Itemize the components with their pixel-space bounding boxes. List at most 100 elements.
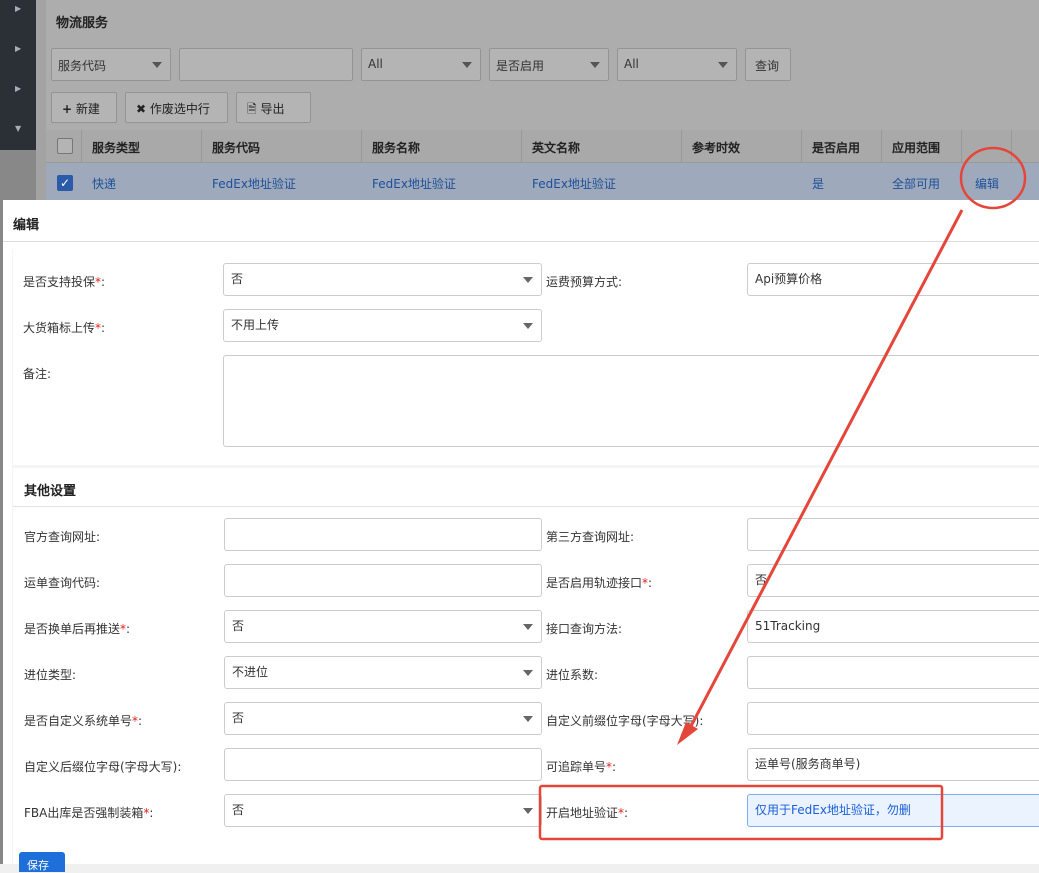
caret-down-icon [462, 62, 472, 68]
close-icon: ✖ [136, 102, 147, 116]
cell-type: 快递 [92, 177, 117, 191]
third-party-url-input[interactable] [747, 518, 1039, 551]
api-query-method-select[interactable]: 51Tracking [747, 610, 1039, 643]
field-value: 不进位 [232, 665, 269, 679]
void-button-label: 作废选中行 [149, 102, 210, 116]
export-file-icon: 🗎 [247, 102, 257, 116]
search-button-label: 查询 [755, 59, 780, 73]
column-header: 英文名称 [532, 141, 581, 155]
insurance-select[interactable]: 否 [223, 263, 542, 296]
column-header: 参考时效 [692, 141, 741, 155]
insurance-label: 是否支持投保*: [23, 275, 106, 289]
caret-down-icon [523, 624, 533, 630]
edit-modal: 编辑 是否支持投保*: 否 运费预算方式: Api预算价格 大货箱标上传*: 不… [3, 200, 1039, 872]
export-button[interactable]: 🗎 导出 [236, 92, 311, 123]
freight-budget-select[interactable]: Api预算价格 [747, 263, 1039, 296]
field-value: 否 [232, 803, 245, 817]
filter-type-select[interactable]: All [361, 48, 481, 81]
custom-prefix-label: 自定义前缀位字母(字母大写): [546, 714, 704, 728]
nav-expand-icon[interactable]: ▶ [15, 4, 21, 13]
new-button[interactable]: + 新建 [51, 92, 117, 123]
filter-value: 是否启用 [496, 59, 545, 73]
fba-force-boxing-label: FBA出库是否强制装箱*: [24, 806, 154, 820]
freight-budget-label: 运费预算方式: [546, 275, 623, 289]
column-header: 服务类型 [92, 141, 141, 155]
field-value: 否 [232, 619, 245, 633]
caret-down-icon [718, 62, 728, 68]
trackable-no-label: 可追踪单号*: [546, 760, 617, 774]
cell-enabled: 是 [812, 177, 825, 191]
filter-value: 服务代码 [58, 59, 107, 73]
filter-value: All [368, 57, 383, 71]
custom-prefix-input[interactable] [747, 702, 1039, 735]
void-selected-button[interactable]: ✖ 作废选中行 [125, 92, 228, 123]
nav-expand-icon[interactable]: ▶ [15, 44, 21, 53]
address-verify-field[interactable]: 仅用于FedEx地址验证，勿删 [747, 794, 1039, 827]
table-row[interactable]: ✓ 快递 FedEx地址验证 FedEx地址验证 FedEx地址验证 是 全部可… [46, 163, 1039, 200]
carry-factor-input[interactable] [747, 656, 1039, 689]
filter-enabled-select[interactable]: All [617, 48, 737, 81]
search-button[interactable]: 查询 [745, 48, 791, 81]
side-nav: ▶ ▶ ▶ ▼ [0, 0, 36, 150]
push-after-change-select[interactable]: 否 [224, 610, 542, 643]
caret-down-icon [523, 716, 533, 722]
new-button-label: 新建 [75, 102, 100, 116]
field-value: 运单号(服务商单号) [755, 757, 861, 771]
carry-type-select[interactable]: 不进位 [224, 656, 542, 689]
caret-down-icon [590, 62, 600, 68]
filter-field-select[interactable]: 服务代码 [51, 48, 171, 81]
column-header: 服务名称 [372, 141, 421, 155]
column-header: 是否启用 [812, 141, 861, 155]
select-all-checkbox[interactable] [57, 138, 73, 154]
caret-down-icon [523, 323, 533, 329]
api-query-method-label: 接口查询方法: [546, 622, 623, 636]
big-box-label: 大货箱标上传*: [23, 321, 106, 335]
table-header: 服务类型 服务代码 服务名称 英文名称 参考时效 是否启用 应用范围 [46, 130, 1039, 163]
save-button[interactable]: 保存 [19, 852, 65, 872]
row-checkbox[interactable]: ✓ [57, 175, 73, 191]
cell-name: FedEx地址验证 [372, 177, 456, 191]
fba-force-boxing-select[interactable]: 否 [224, 794, 542, 827]
remark-label: 备注: [23, 367, 52, 381]
caret-down-icon [523, 670, 533, 676]
page-title: 物流服务 [56, 16, 109, 31]
nav-expand-icon[interactable]: ▶ [15, 84, 21, 93]
caret-down-icon [523, 277, 533, 283]
section-title: 其他设置 [24, 484, 77, 499]
cell-scope: 全部可用 [892, 177, 941, 191]
field-value: 仅用于FedEx地址验证，勿删 [755, 803, 911, 817]
caret-down-icon [523, 808, 533, 814]
filter-keyword-input[interactable] [179, 48, 353, 81]
list-page: 物流服务 服务代码 All 是否启用 All 查询 + 新建 ✖ 作废选中行 🗎 [36, 0, 1039, 200]
field-value: 51Tracking [755, 619, 821, 633]
custom-system-no-select[interactable]: 否 [224, 702, 542, 735]
nav-collapse-icon[interactable]: ▼ [15, 124, 21, 133]
track-api-select[interactable]: 否 [747, 564, 1039, 597]
caret-down-icon [152, 62, 162, 68]
column-header: 应用范围 [892, 141, 941, 155]
big-box-value: 不用上传 [231, 318, 280, 332]
field-value: 否 [232, 711, 245, 725]
cell-en-name: FedEx地址验证 [532, 177, 616, 191]
waybill-code-input[interactable] [224, 564, 542, 597]
carry-factor-label: 进位系数: [546, 668, 599, 682]
export-button-label: 导出 [260, 102, 285, 116]
official-url-input[interactable] [224, 518, 542, 551]
modal-header: 编辑 [3, 200, 1039, 242]
third-party-url-label: 第三方查询网址: [546, 530, 635, 544]
filter-value: All [624, 57, 639, 71]
filter-enabled-field-select[interactable]: 是否启用 [489, 48, 609, 81]
custom-suffix-label: 自定义后缀位字母(字母大写): [24, 760, 182, 774]
trackable-no-select[interactable]: 运单号(服务商单号) [747, 748, 1039, 781]
modal-title: 编辑 [13, 218, 40, 233]
custom-suffix-input[interactable] [224, 748, 542, 781]
edit-link[interactable]: 编辑 [975, 175, 999, 192]
basic-settings-panel: 是否支持投保*: 否 运费预算方式: Api预算价格 大货箱标上传*: 不用上传… [13, 249, 1039, 465]
remark-textarea[interactable] [223, 355, 1039, 447]
plus-icon: + [62, 102, 73, 116]
freight-budget-value: Api预算价格 [755, 272, 823, 286]
big-box-select[interactable]: 不用上传 [223, 309, 542, 342]
insurance-value: 否 [231, 272, 244, 286]
waybill-code-label: 运单查询代码: [24, 576, 101, 590]
other-settings-panel: 其他设置 官方查询网址: 第三方查询网址: 运单查询代码: 是否启用轨迹接口*:… [13, 468, 1039, 864]
